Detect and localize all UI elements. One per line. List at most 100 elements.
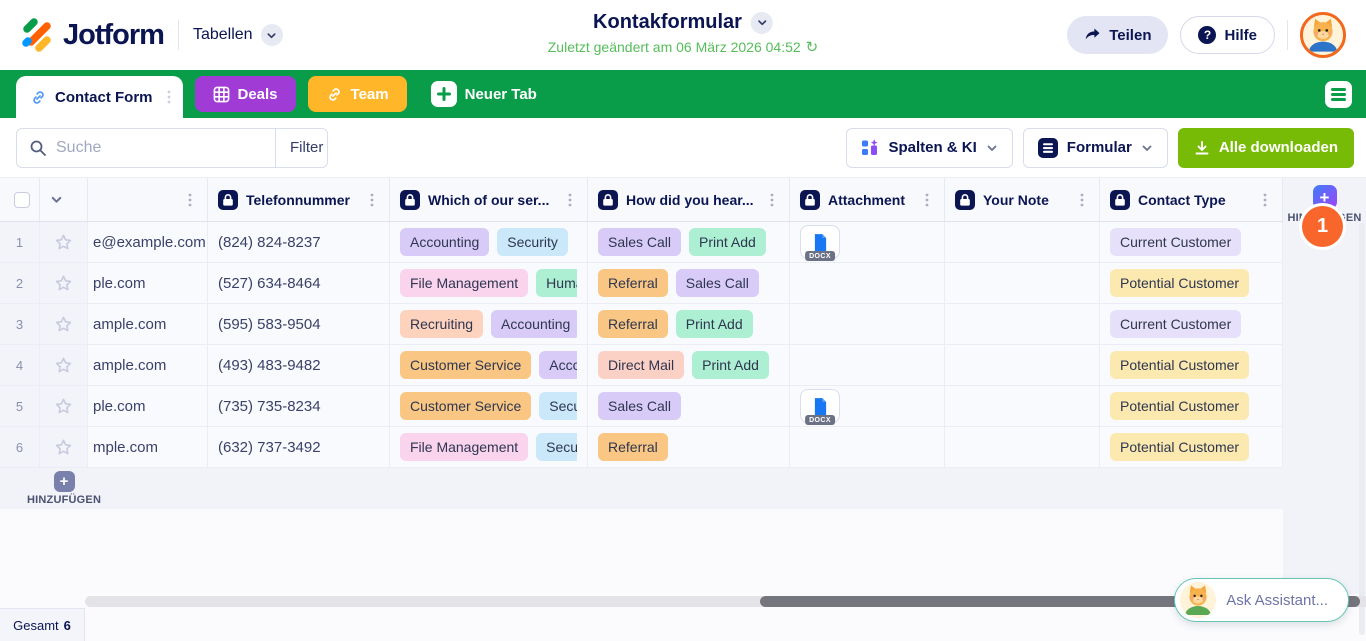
vertical-scrollbar[interactable] bbox=[1359, 223, 1365, 635]
cell-contact_type[interactable]: Current Customer bbox=[1100, 222, 1283, 262]
column-header-services[interactable]: Which of our ser... bbox=[390, 178, 588, 221]
kebab-menu-icon[interactable] bbox=[1258, 192, 1272, 208]
tag-chip[interactable]: Potential Customer bbox=[1110, 392, 1249, 420]
cell-select[interactable]: 1 bbox=[0, 222, 40, 262]
tag-chip[interactable]: Print Add bbox=[689, 228, 766, 256]
cell-select[interactable]: 6 bbox=[0, 427, 40, 467]
kebab-menu-icon[interactable] bbox=[563, 192, 577, 208]
star-icon[interactable] bbox=[54, 438, 73, 457]
add-row-button[interactable]: + HINZUFÜGEN bbox=[27, 468, 101, 509]
cell-phone[interactable]: (527) 634-8464 bbox=[208, 263, 390, 303]
tag-chip[interactable]: Customer Service bbox=[400, 351, 531, 379]
cell-note[interactable] bbox=[945, 222, 1100, 262]
title-chevron-down-icon[interactable] bbox=[751, 12, 773, 34]
cell-star[interactable] bbox=[40, 386, 88, 426]
cell-services[interactable]: Customer ServiceAccou bbox=[390, 345, 588, 385]
tag-chip[interactable]: Referral bbox=[598, 310, 668, 338]
tag-chip[interactable]: Sales Call bbox=[676, 269, 759, 297]
column-header-select[interactable] bbox=[0, 178, 40, 221]
cell-attachment[interactable]: DOCX bbox=[790, 222, 945, 262]
cell-services[interactable]: File Management Human bbox=[390, 263, 588, 303]
cell-attachment[interactable] bbox=[790, 345, 945, 385]
column-header-attachment[interactable]: Attachment bbox=[790, 178, 945, 221]
kebab-menu-icon[interactable] bbox=[920, 192, 934, 208]
cell-star[interactable] bbox=[40, 304, 88, 344]
cell-attachment[interactable] bbox=[790, 304, 945, 344]
onboarding-badge[interactable]: 1 bbox=[1302, 206, 1343, 247]
tag-chip[interactable]: Security bbox=[497, 228, 568, 256]
cell-note[interactable] bbox=[945, 386, 1100, 426]
cell-select[interactable]: 5 bbox=[0, 386, 40, 426]
cell-services[interactable]: File Management Securit bbox=[390, 427, 588, 467]
column-header-contact_type[interactable]: Contact Type bbox=[1100, 178, 1283, 221]
tag-chip[interactable]: Referral bbox=[598, 269, 668, 297]
column-header-phone[interactable]: Telefonnummer bbox=[208, 178, 390, 221]
chevron-down-icon[interactable] bbox=[261, 24, 283, 46]
tag-chip[interactable]: Referral bbox=[598, 433, 668, 461]
cell-contact_type[interactable]: Potential Customer bbox=[1100, 263, 1283, 303]
cell-phone[interactable]: (735) 735-8234 bbox=[208, 386, 390, 426]
tag-chip[interactable]: Print Add bbox=[692, 351, 769, 379]
star-icon[interactable] bbox=[54, 274, 73, 293]
tag-chip[interactable]: Recruiting bbox=[400, 310, 483, 338]
tabellen-dropdown[interactable]: Tabellen bbox=[193, 24, 283, 46]
cell-email[interactable]: ample.com bbox=[88, 345, 208, 385]
cell-note[interactable] bbox=[945, 345, 1100, 385]
tag-chip[interactable]: Potential Customer bbox=[1110, 269, 1249, 297]
cell-attachment[interactable] bbox=[790, 427, 945, 467]
cell-email[interactable]: ple.com bbox=[88, 386, 208, 426]
tag-chip[interactable]: Print Add bbox=[676, 310, 753, 338]
cell-contact_type[interactable]: Potential Customer bbox=[1100, 345, 1283, 385]
cell-star[interactable] bbox=[40, 263, 88, 303]
ask-assistant-button[interactable]: Ask Assistant... bbox=[1174, 578, 1349, 622]
tag-chip[interactable]: File Management bbox=[400, 269, 528, 297]
tag-chip[interactable]: Securit bbox=[536, 433, 577, 461]
cell-services[interactable]: Accounting Security bbox=[390, 222, 588, 262]
tab-team[interactable]: Team bbox=[308, 76, 407, 112]
cell-phone[interactable]: (632) 737-3492 bbox=[208, 427, 390, 467]
cell-select[interactable]: 3 bbox=[0, 304, 40, 344]
filter-button[interactable]: Filter bbox=[275, 129, 328, 167]
refresh-icon[interactable]: ↻ bbox=[806, 38, 819, 56]
chevron-down-icon[interactable] bbox=[50, 193, 63, 206]
cell-services[interactable]: Customer Service Securi bbox=[390, 386, 588, 426]
kebab-menu-icon[interactable] bbox=[765, 192, 779, 208]
user-avatar[interactable] bbox=[1300, 12, 1346, 58]
search-input[interactable] bbox=[56, 139, 263, 157]
cell-star[interactable] bbox=[40, 222, 88, 262]
cell-email[interactable]: ple.com bbox=[88, 263, 208, 303]
tag-chip[interactable]: Customer Service bbox=[400, 392, 531, 420]
cell-attachment[interactable]: DOCX bbox=[790, 386, 945, 426]
cell-phone[interactable]: (824) 824-8237 bbox=[208, 222, 390, 262]
cell-star[interactable] bbox=[40, 427, 88, 467]
tag-chip[interactable]: Human bbox=[536, 269, 577, 297]
docx-file-icon[interactable]: DOCX bbox=[800, 225, 840, 259]
cell-contact_type[interactable]: Current Customer bbox=[1100, 304, 1283, 344]
cell-select[interactable]: 4 bbox=[0, 345, 40, 385]
docx-file-icon[interactable]: DOCX bbox=[800, 389, 840, 423]
star-icon[interactable] bbox=[54, 397, 73, 416]
cell-email[interactable]: e@example.com bbox=[88, 222, 208, 262]
cell-star[interactable] bbox=[40, 345, 88, 385]
add-column-button[interactable]: + HINZUFÜGEN 1 bbox=[1283, 178, 1366, 224]
cell-heard[interactable]: Referral Print Add bbox=[588, 304, 790, 344]
tag-chip[interactable]: Accounting bbox=[400, 228, 489, 256]
tabbar-menu-button[interactable] bbox=[1325, 81, 1352, 108]
cell-select[interactable]: 2 bbox=[0, 263, 40, 303]
cell-phone[interactable]: (595) 583-9504 bbox=[208, 304, 390, 344]
tag-chip[interactable]: Direct Mail bbox=[598, 351, 684, 379]
kebab-menu-icon[interactable] bbox=[1075, 192, 1089, 208]
cell-email[interactable]: mple.com bbox=[88, 427, 208, 467]
columns-ai-button[interactable]: Spalten & KI bbox=[846, 128, 1012, 168]
jotform-logo[interactable]: Jotform bbox=[18, 17, 164, 53]
tag-chip[interactable]: Accounting bbox=[491, 310, 577, 338]
cell-services[interactable]: Recruiting Accounting bbox=[390, 304, 588, 344]
tab-menu-icon[interactable] bbox=[163, 89, 175, 105]
tag-chip[interactable]: Securi bbox=[539, 392, 577, 420]
star-icon[interactable] bbox=[54, 233, 73, 252]
cell-heard[interactable]: Sales CallPrint Add bbox=[588, 222, 790, 262]
tag-chip[interactable]: File Management bbox=[400, 433, 528, 461]
cell-contact_type[interactable]: Potential Customer bbox=[1100, 386, 1283, 426]
tag-chip[interactable]: Current Customer bbox=[1110, 228, 1241, 256]
cell-heard[interactable]: Referral Sales Call bbox=[588, 263, 790, 303]
